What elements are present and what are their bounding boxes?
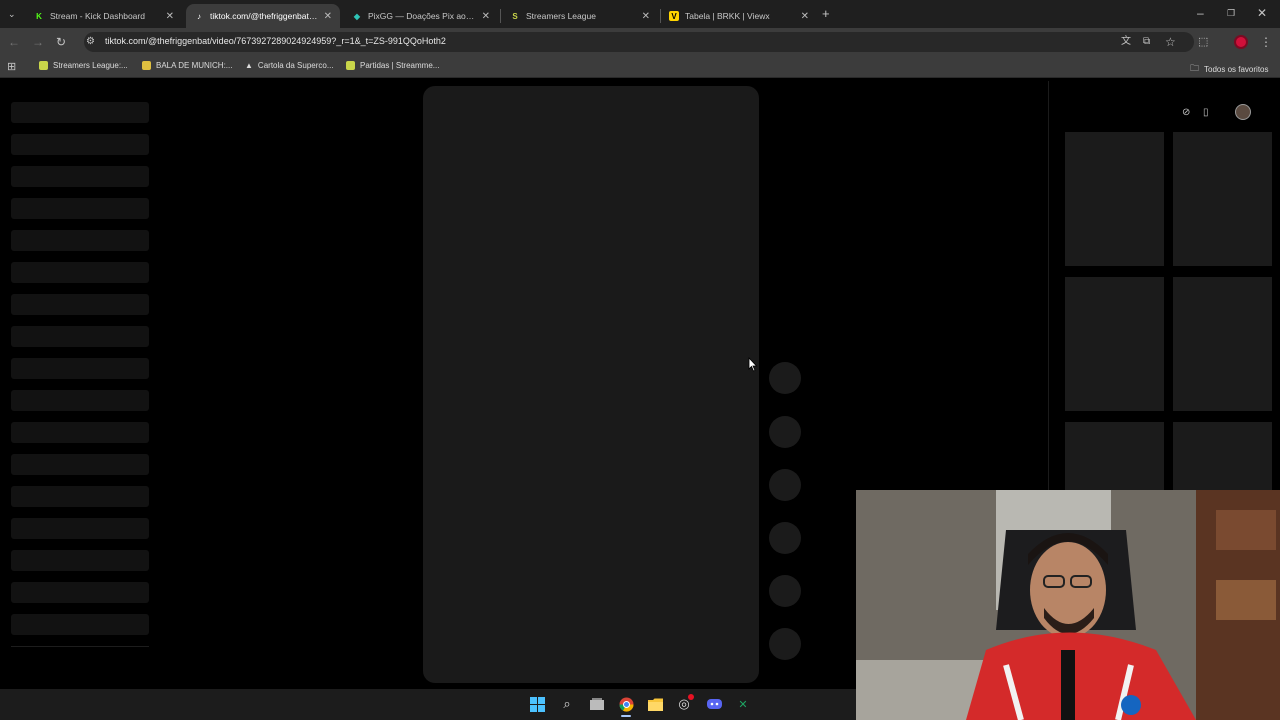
user-avatar[interactable]: [1235, 104, 1251, 120]
kick-icon: K: [36, 11, 42, 21]
action-button-skeleton: [769, 575, 801, 607]
install-app-icon[interactable]: ⧉: [1143, 35, 1150, 49]
bookmark-label: Cartola da Superco...: [257, 61, 334, 70]
tab-tiktok[interactable]: ♪ tiktok.com/@thefriggenbat/vid ✕: [186, 4, 340, 28]
pixgg-icon: ◆: [353, 11, 361, 21]
video-thumbnail-skeleton: [1173, 277, 1272, 411]
action-button-skeleton: [769, 362, 801, 394]
sidebar-skeleton-item: [11, 614, 149, 635]
streamers-league-icon: S: [512, 11, 518, 21]
search-icon[interactable]: ⌕: [559, 696, 575, 712]
new-tab-icon[interactable]: +: [822, 7, 830, 21]
tab-title: Streamers League: [526, 11, 596, 21]
all-bookmarks-label: Todos os favoritos: [1204, 64, 1269, 74]
translate-icon[interactable]: 文: [1121, 35, 1131, 49]
sidebar-skeleton-item: [11, 294, 149, 315]
tab-title: Stream - Kick Dashboard: [50, 11, 145, 21]
notification-badge: [688, 694, 694, 700]
close-icon[interactable]: ✕: [642, 11, 650, 22]
tab-title: PixGG — Doações Pix ao vivo p: [368, 11, 476, 21]
tab-separator: [500, 9, 501, 23]
bookmark-partidas[interactable]: Partidas | Streamme...: [346, 61, 439, 70]
close-icon[interactable]: ✕: [482, 11, 490, 22]
video-thumbnail-skeleton: [1173, 422, 1272, 490]
file-explorer-icon[interactable]: [647, 696, 663, 712]
minimize-icon[interactable]: –: [1197, 6, 1204, 20]
sidebar-skeleton-item: [11, 454, 149, 475]
sidebar-skeleton-item: [11, 230, 149, 251]
sidebar-skeleton-item: [11, 518, 149, 539]
windows-start-icon[interactable]: [529, 696, 545, 712]
all-bookmarks-button[interactable]: 🗀 Todos os favoritos: [1190, 61, 1269, 77]
sidebar-skeleton-item: [11, 326, 149, 347]
sidebar-skeleton-item: [11, 262, 149, 283]
discord-icon[interactable]: [706, 696, 722, 712]
sidebar-skeleton-item: [11, 422, 149, 443]
tab-streamers-league[interactable]: S Streamers League ✕: [502, 4, 658, 28]
close-icon[interactable]: ✕: [166, 11, 174, 22]
video-thumbnail-skeleton: [1065, 132, 1164, 266]
right-panel-divider: [1048, 81, 1049, 491]
webcam-overlay: [856, 490, 1280, 720]
bookmark-bala-de-munich[interactable]: BALA DE MUNICH:...: [142, 61, 232, 70]
sidebar-skeleton-item: [11, 198, 149, 219]
device-icon[interactable]: ▯: [1203, 106, 1209, 120]
forward-icon[interactable]: →: [32, 35, 44, 49]
sidebar-skeleton-item: [11, 134, 149, 155]
tab-viewx[interactable]: V Tabela | BRKK | Viewx ✕: [661, 4, 817, 28]
task-view-icon[interactable]: [589, 696, 605, 712]
folder-icon: 🗀: [1190, 63, 1200, 73]
tiktok-icon: ♪: [197, 11, 201, 21]
excel-icon[interactable]: ✕: [735, 696, 751, 712]
extensions-icon[interactable]: ⬚: [1198, 35, 1208, 49]
sidebar-divider: [11, 646, 149, 647]
bookmark-favicon-icon: ▲: [245, 61, 253, 70]
tab-search-icon[interactable]: ⌄: [8, 7, 16, 21]
action-button-skeleton: [769, 469, 801, 501]
close-icon[interactable]: ✕: [324, 11, 332, 22]
bookmark-streamers-league[interactable]: Streamers League:...: [39, 61, 128, 70]
viewx-icon: V: [669, 11, 679, 21]
action-button-skeleton: [769, 416, 801, 448]
reload-icon[interactable]: ↻: [56, 35, 66, 49]
address-url[interactable]: tiktok.com/@thefriggenbat/video/76739272…: [105, 36, 446, 46]
chrome-icon[interactable]: [618, 696, 634, 712]
explore-icon[interactable]: ⊘: [1182, 106, 1190, 120]
mouse-cursor-icon: [748, 357, 758, 372]
sidebar-skeleton-item: [11, 102, 149, 123]
sidebar-skeleton-item: [11, 166, 149, 187]
tab-title: Tabela | BRKK | Viewx: [685, 11, 770, 21]
bookmark-favicon-icon: [346, 61, 355, 70]
tab-pixgg[interactable]: ◆ PixGG — Doações Pix ao vivo p ✕: [344, 4, 498, 28]
window-close-icon[interactable]: ✕: [1257, 6, 1267, 20]
bookmark-label: Partidas | Streamme...: [360, 61, 440, 70]
bookmark-star-icon[interactable]: ☆: [1165, 35, 1176, 49]
back-icon[interactable]: ←: [8, 35, 20, 49]
sidebar-skeleton-item: [11, 582, 149, 603]
active-app-indicator: [621, 715, 631, 717]
tab-kick-dashboard[interactable]: K Stream - Kick Dashboard ✕: [26, 4, 182, 28]
video-thumbnail-skeleton: [1173, 132, 1272, 266]
close-icon[interactable]: ✕: [801, 11, 809, 22]
menu-icon[interactable]: ⋮: [1260, 35, 1272, 49]
sidebar-skeleton-item: [11, 486, 149, 507]
bookmark-label: Streamers League:...: [53, 61, 128, 70]
video-thumbnail-skeleton: [1065, 277, 1164, 411]
restore-icon[interactable]: ❐: [1227, 6, 1235, 20]
tab-title: tiktok.com/@thefriggenbat/vid: [210, 11, 318, 21]
sidebar-skeleton-item: [11, 390, 149, 411]
video-player-placeholder[interactable]: [423, 86, 759, 683]
action-button-skeleton: [769, 628, 801, 660]
bookmark-label: BALA DE MUNICH:...: [156, 61, 233, 70]
video-thumbnail-skeleton: [1065, 422, 1164, 490]
sidebar-skeleton-item: [11, 550, 149, 571]
bookmark-favicon-icon: [142, 61, 151, 70]
action-button-skeleton: [769, 522, 801, 554]
profile-avatar[interactable]: [1234, 35, 1248, 49]
bookmark-cartola[interactable]: ▲ Cartola da Superco...: [245, 61, 334, 70]
sidebar-skeleton-item: [11, 358, 149, 379]
bookmark-favicon-icon: [39, 61, 48, 70]
site-info-icon[interactable]: ⚙: [86, 35, 95, 49]
apps-grid-icon[interactable]: ⊞: [7, 60, 16, 74]
